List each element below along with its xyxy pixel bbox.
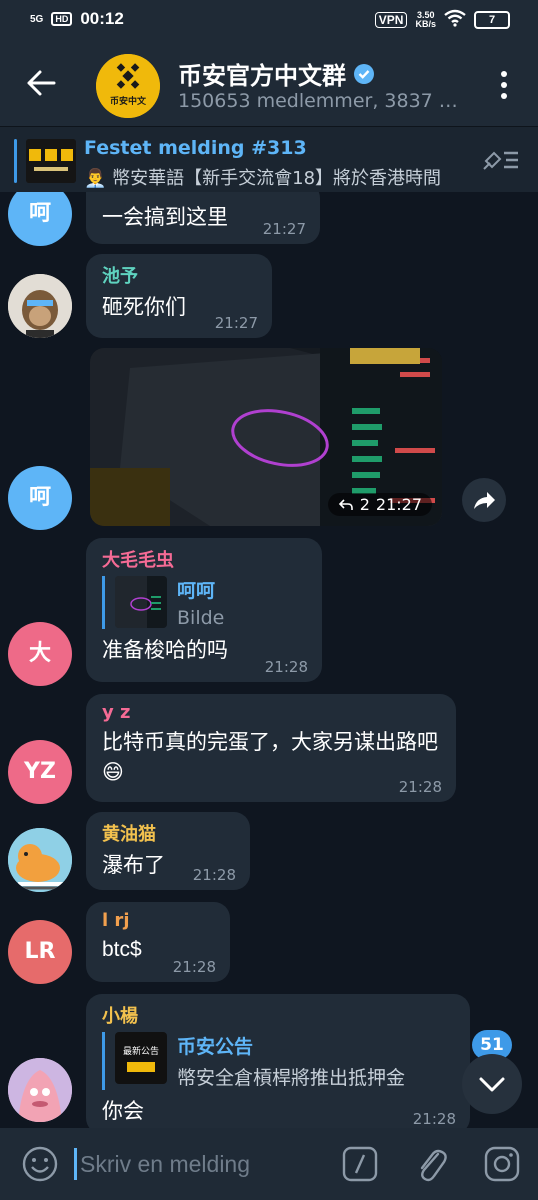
avatar[interactable] [8, 1058, 72, 1122]
emoji-icon[interactable] [22, 1146, 58, 1182]
reply-quote[interactable]: 最新公告 币安公告 幣安全倉槓桿將推出抵押金 [102, 1032, 454, 1090]
quote-text: Bilde [177, 607, 225, 629]
quote-text: 幣安全倉槓桿將推出抵押金 [177, 1067, 406, 1089]
message-time: 21:28 [264, 658, 308, 676]
verified-icon [354, 63, 374, 84]
chat-header: 币安中文 币安官方中文群 150653 medlemmer, 3837 onli… [0, 44, 538, 126]
photo-message[interactable]: 2 21:27 [90, 348, 442, 526]
message-time: 21:27 [375, 495, 422, 514]
message-time: 21:28 [412, 1110, 456, 1128]
hd-indicator: HD [51, 12, 73, 26]
quote-thumbnail-label: 最新公告 [122, 1047, 159, 1057]
network-indicator: 5G [30, 13, 44, 25]
message-bubble[interactable]: 一会搞到这里 21:27 [86, 192, 320, 244]
pinned-thumbnail [26, 139, 76, 183]
pinned-message[interactable]: Festet melding #313 👨‍💼 幣安華語【新手交流會18】將於香… [0, 126, 538, 192]
reply-icon [338, 498, 353, 510]
share-button[interactable] [462, 478, 506, 522]
reply-count: 2 [359, 495, 370, 514]
clock: 00:12 [80, 9, 124, 28]
quote-thumbnail: 最新公告 [115, 1032, 167, 1084]
avatar[interactable]: 呵 [8, 192, 72, 246]
message-bubble[interactable]: l rj btc$ 21:28 [86, 902, 230, 982]
pin-indicator [14, 139, 17, 183]
member-count: 150653 medlemmer, 3837 online [178, 90, 468, 112]
scroll-down-button[interactable] [462, 1054, 522, 1114]
chevron-down-icon [479, 1077, 505, 1092]
group-avatar[interactable]: 币安中文 [96, 54, 160, 118]
sender-name[interactable]: 池予 [102, 262, 256, 288]
message-bubble[interactable]: 池予 砸死你们 21:27 [86, 254, 272, 338]
avatar[interactable] [8, 274, 72, 338]
group-title[interactable]: 币安官方中文群 [178, 56, 374, 91]
more-icon[interactable] [500, 70, 508, 100]
message-time: 21:28 [192, 866, 236, 884]
message-time: 21:28 [172, 958, 216, 976]
sender-name[interactable]: 小楊 [102, 1002, 454, 1028]
message-list[interactable]: 呵 一会搞到这里 21:27 池予 砸死你们 21:27 呵 2 21:27 大… [0, 192, 538, 1128]
avatar[interactable]: 大 [8, 622, 72, 686]
message-input[interactable]: Skriv en melding [74, 1138, 324, 1190]
share-icon [474, 492, 495, 509]
sender-name[interactable]: l rj [102, 910, 214, 931]
sender-name[interactable]: 大毛毛虫 [102, 546, 306, 572]
message-time: 21:28 [398, 778, 442, 796]
pinned-text: 👨‍💼 幣安華語【新手交流會18】將於香港時間 [84, 168, 442, 189]
avatar[interactable]: YZ [8, 740, 72, 804]
message-bubble[interactable]: 黄油猫 瀑布了 21:28 [86, 812, 250, 890]
message-time: 21:27 [262, 220, 306, 238]
message-composer: Skriv en melding [0, 1128, 538, 1200]
quote-thumbnail [115, 576, 167, 628]
pin-list-icon[interactable] [482, 147, 520, 173]
avatar[interactable] [8, 828, 72, 892]
wifi-icon [444, 9, 466, 30]
reply-quote[interactable]: 呵呵 Bilde [102, 576, 306, 629]
message-bubble[interactable]: y z 比特币真的完蛋了，大家另谋出路吧😄 21:28 [86, 694, 456, 802]
camera-icon[interactable] [484, 1146, 520, 1182]
sender-name[interactable]: 黄油猫 [102, 820, 234, 846]
quote-author: 币安公告 [177, 1036, 254, 1058]
command-icon[interactable] [342, 1146, 378, 1182]
quote-author: 呵呵 [177, 580, 216, 602]
network-speed: 3.50 KB/s [415, 9, 436, 29]
battery-indicator: 7 [474, 10, 510, 29]
pinned-title: Festet melding #313 [84, 137, 307, 159]
avatar[interactable]: LR [8, 920, 72, 984]
message-text: 比特币真的完蛋了，大家另谋出路吧😄 [102, 730, 438, 784]
group-avatar-label: 币安中文 [109, 97, 146, 107]
sender-name[interactable]: y z [102, 702, 440, 723]
group-name: 币安官方中文群 [178, 62, 346, 90]
photo-meta: 2 21:27 [327, 493, 432, 516]
message-time: 21:27 [214, 314, 258, 332]
attach-icon[interactable] [414, 1144, 448, 1184]
back-icon[interactable] [26, 68, 56, 98]
message-bubble[interactable]: 小楊 最新公告 币安公告 幣安全倉槓桿將推出抵押金 你会 21:28 [86, 994, 470, 1128]
message-bubble[interactable]: 大毛毛虫 呵呵 Bilde 准备梭哈的吗 21:28 [86, 538, 322, 682]
message-text: 你会 [102, 1099, 144, 1123]
status-bar: 5G HD 00:12 VPN 3.50 KB/s 7 [0, 0, 538, 44]
avatar[interactable]: 呵 [8, 466, 72, 530]
vpn-indicator: VPN [374, 11, 408, 28]
